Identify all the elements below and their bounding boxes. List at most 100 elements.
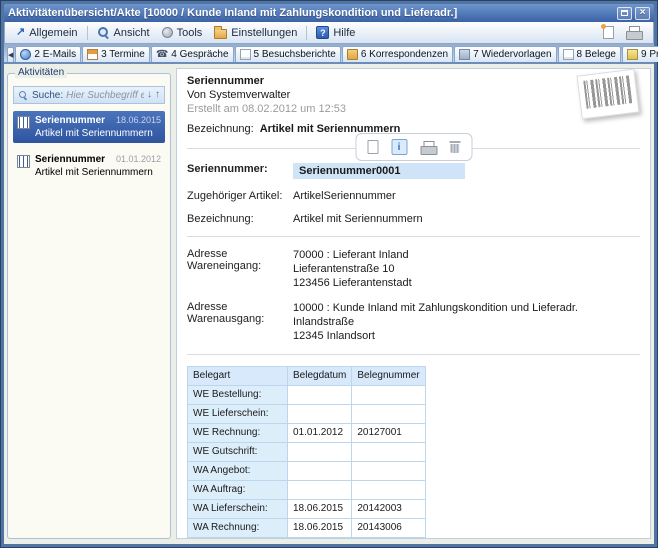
- barcode-image: [577, 69, 640, 120]
- field-label: Adresse Warenausgang:: [187, 301, 293, 343]
- printer-icon: [626, 26, 642, 39]
- delete-icon[interactable]: [449, 140, 460, 154]
- window-titlebar: Aktivitätenübersicht/Akte [10000 / Kunde…: [4, 4, 654, 22]
- cell-belegnummer: [352, 481, 425, 500]
- close-button[interactable]: ×: [635, 7, 650, 20]
- tab-emails[interactable]: 2 E-Mails: [15, 46, 81, 62]
- tab-scroll-left-button[interactable]: ◀: [7, 47, 14, 62]
- field-label: Bezeichnung:: [187, 213, 293, 225]
- tab-label: 3 Termine: [101, 49, 145, 60]
- cell-belegdatum: 18.06.2015: [288, 500, 352, 519]
- list-item-title: Seriennummer: [35, 154, 105, 165]
- tab-label: 6 Korrespondenzen: [361, 49, 448, 60]
- cell-belegnummer: 20142003: [352, 500, 425, 519]
- project-icon: [627, 49, 638, 60]
- menu-allgemein[interactable]: ↗ Allgemein: [11, 25, 83, 41]
- restore-button[interactable]: [617, 7, 632, 20]
- cell-belegdatum: [288, 386, 352, 405]
- tab-label: 8 Belege: [577, 49, 616, 60]
- field-value-wrap: Seriennummer0001: [293, 163, 640, 179]
- list-item-body: Seriennummer 18.06.2015 Artikel mit Seri…: [35, 115, 161, 139]
- table-row: WA Auftrag:: [188, 481, 426, 500]
- field-value: 10000 : Kunde Inland mit Zahlungskonditi…: [293, 301, 640, 343]
- cell-belegdatum: [288, 481, 352, 500]
- column-header-belegart: Belegart: [188, 367, 288, 386]
- settings-folder-icon: [214, 29, 227, 39]
- tab-label: 9 Projekte: [641, 49, 658, 60]
- menu-label: Hilfe: [333, 27, 355, 39]
- field-seriennummer: Seriennummer: Seriennummer0001: [187, 163, 640, 179]
- cell-belegdatum: 18.06.2015: [288, 538, 352, 540]
- magnifier-icon: [97, 26, 110, 39]
- menu-separator: [87, 26, 88, 40]
- tab-besuchsberichte[interactable]: 5 Besuchsberichte: [235, 46, 341, 62]
- cell-belegart: WA Auftrag:: [188, 481, 288, 500]
- serial-number-icon: [17, 155, 30, 168]
- cell-belegnummer: [352, 386, 425, 405]
- phone-icon: ☎: [156, 50, 168, 60]
- table-row: WA Angebot:: [188, 462, 426, 481]
- field-bezeichnung: Bezeichnung: Artikel mit Seriennummern: [187, 213, 640, 225]
- print-button[interactable]: [621, 24, 647, 41]
- cell-belegnummer: [352, 443, 425, 462]
- tab-projekte[interactable]: 9 Projekte: [622, 46, 658, 62]
- new-document-icon: [603, 26, 614, 39]
- menu-hilfe[interactable]: ? Hilfe: [311, 24, 360, 41]
- tab-belege[interactable]: 8 Belege: [558, 46, 621, 62]
- cell-belegart: WA Rechnung:: [188, 519, 288, 538]
- detail-toolbar-row: i: [187, 129, 640, 159]
- cell-belegart: WE Lieferschein:: [188, 405, 288, 424]
- menu-einstellungen[interactable]: Einstellungen: [209, 24, 302, 41]
- search-input[interactable]: Suche: Hier Suchbegriff eingeben ... ↓ ↑: [13, 86, 165, 104]
- menu-label: Tools: [177, 27, 203, 39]
- content-area: Aktivitäten Suche: Hier Suchbegriff eing…: [4, 64, 654, 544]
- search-prev-icon[interactable]: ↑: [155, 90, 160, 100]
- search-next-icon[interactable]: ↓: [147, 90, 152, 100]
- cell-belegdatum: 01.01.2012: [288, 424, 352, 443]
- print-icon[interactable]: [420, 141, 436, 154]
- cell-belegart: WE Rechnung:: [188, 424, 288, 443]
- tab-termine[interactable]: 3 Termine: [82, 46, 150, 62]
- barcode-bars: [583, 75, 632, 108]
- detail-panel: Seriennummer Von Systemverwalter Erstell…: [176, 68, 651, 539]
- menu-label: Einstellungen: [231, 27, 297, 39]
- activities-panel: Aktivitäten Suche: Hier Suchbegriff eing…: [7, 73, 171, 539]
- cell-belegnummer: [352, 462, 425, 481]
- table-row: WE Rechnung: 01.01.2012 20127001: [188, 424, 426, 443]
- list-item-date: 18.06.2015: [116, 115, 161, 125]
- address-line: Lieferantenstraße 10: [293, 262, 640, 276]
- new-document-button[interactable]: [598, 24, 619, 41]
- close-icon: ×: [640, 8, 646, 18]
- field-artikel: Zugehöriger Artikel: ArtikelSeriennummer: [187, 190, 640, 202]
- window-title: Aktivitätenübersicht/Akte [10000 / Kunde…: [8, 7, 457, 19]
- table-row: WE Lieferschein:: [188, 405, 426, 424]
- address-line: 123456 Lieferantenstadt: [293, 276, 640, 290]
- field-label: Seriennummer:: [187, 163, 293, 179]
- address-line: 70000 : Lieferant Inland: [293, 248, 640, 262]
- cell-belegart: WA Gutschrift:: [188, 538, 288, 540]
- cell-belegnummer: 20144002: [352, 538, 425, 540]
- divider: [187, 236, 640, 237]
- tab-korrespondenzen[interactable]: 6 Korrespondenzen: [342, 46, 453, 62]
- list-item-seriennummer-2012[interactable]: Seriennummer 01.01.2012 Artikel mit Seri…: [13, 150, 165, 182]
- menu-tools[interactable]: Tools: [157, 25, 208, 41]
- detail-toolbar: i: [355, 133, 472, 161]
- detail-title: Seriennummer: [187, 75, 640, 87]
- table-row: WA Lieferschein: 18.06.2015 20142003: [188, 500, 426, 519]
- cell-belegart: WE Bestellung:: [188, 386, 288, 405]
- list-item-seriennummer-2015[interactable]: Seriennummer 18.06.2015 Artikel mit Seri…: [13, 111, 165, 143]
- menu-separator: [306, 26, 307, 40]
- menu-ansicht[interactable]: Ansicht: [92, 24, 155, 41]
- search-placeholder: Hier Suchbegriff eingeben ...: [66, 90, 144, 101]
- copy-icon[interactable]: [367, 140, 378, 154]
- tab-wiedervorlagen[interactable]: 7 Wiedervorlagen: [454, 46, 556, 62]
- followup-icon: [459, 49, 470, 60]
- column-header-belegnummer: Belegnummer: [352, 367, 425, 386]
- table-row: WA Gutschrift: 18.06.2015 20144002: [188, 538, 426, 540]
- tab-gespraeche[interactable]: ☎ 4 Gespräche: [151, 46, 234, 62]
- info-icon[interactable]: i: [391, 139, 407, 155]
- beleg-table: Belegart Belegdatum Belegnummer WE Beste…: [187, 366, 426, 539]
- detail-fields: Seriennummer: Seriennummer0001 Zugehörig…: [187, 163, 640, 539]
- list-item-subtitle: Artikel mit Seriennummern: [35, 167, 161, 178]
- divider: [187, 354, 640, 355]
